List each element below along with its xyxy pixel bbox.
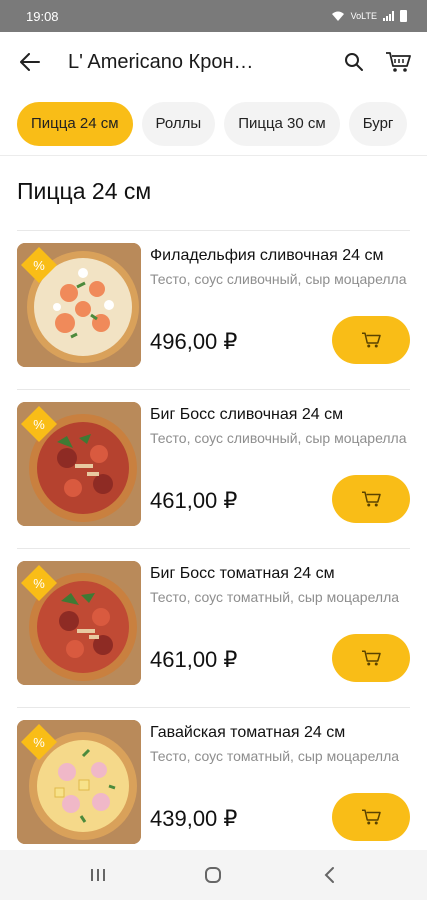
product-image: % — [17, 561, 141, 685]
tab-pizza-30[interactable]: Пицца 30 см — [224, 101, 340, 146]
product-name: Биг Босс томатная 24 см — [150, 565, 335, 582]
category-tabs: Пицца 24 см Роллы Пицца 30 см Бург — [0, 92, 427, 156]
add-to-cart-button[interactable] — [332, 475, 410, 523]
product-card[interactable]: % Биг Босс сливочная 24 см Тесто, соус с… — [17, 389, 410, 548]
product-name: Биг Босс сливочная 24 см — [150, 406, 344, 423]
product-info: Гавайская томатная 24 см Тесто, соус том… — [150, 720, 410, 866]
home-button[interactable] — [183, 855, 243, 895]
recents-icon — [90, 869, 105, 881]
product-image: % — [17, 243, 141, 367]
add-to-cart-button[interactable] — [332, 634, 410, 682]
product-image: % — [17, 402, 141, 526]
page-title: L' Americano Крон… — [68, 50, 254, 73]
add-to-cart-button[interactable] — [332, 316, 410, 364]
product-description: Тесто, соус томатный, сыр моцарелла — [150, 748, 400, 764]
signal-icon — [383, 11, 394, 21]
wifi-icon — [331, 11, 344, 21]
tab-rolls[interactable]: Роллы — [141, 101, 216, 146]
product-price: 461,00 ₽ — [150, 488, 238, 513]
status-time: 19:08 — [26, 8, 59, 24]
product-info: Биг Босс сливочная 24 см Тесто, соус сли… — [150, 402, 410, 548]
section-title: Пицца 24 см — [17, 178, 152, 204]
product-price: 461,00 ₽ — [150, 647, 238, 672]
back-button[interactable] — [14, 46, 46, 78]
product-price: 439,00 ₽ — [150, 806, 238, 831]
search-button[interactable] — [337, 45, 371, 79]
status-icons: VoLTE — [331, 10, 407, 22]
product-info: Филадельфия сливочная 24 см Тесто, соус … — [150, 243, 410, 389]
product-price: 496,00 ₽ — [150, 329, 238, 354]
status-bar: 19:08 VoLTE — [0, 0, 427, 32]
discount-badge-icon: % — [21, 724, 57, 760]
add-to-cart-button[interactable] — [332, 793, 410, 841]
product-info: Биг Босс томатная 24 см Тесто, соус тома… — [150, 561, 410, 707]
network-label: VoLTE — [350, 11, 377, 21]
cart-icon — [362, 332, 381, 348]
product-description: Тесто, соус томатный, сыр моцарелла — [150, 589, 400, 605]
cart-icon — [362, 650, 381, 666]
svg-text:%: % — [33, 576, 45, 591]
product-description: Тесто, соус сливочный, сыр моцарелла — [150, 430, 407, 446]
cart-icon — [386, 52, 411, 72]
home-icon — [205, 867, 222, 883]
cart-icon — [362, 491, 381, 507]
product-name: Филадельфия сливочная 24 см — [150, 247, 384, 264]
tab-burgers[interactable]: Бург — [348, 101, 408, 146]
discount-badge-icon: % — [21, 406, 57, 442]
arrow-left-icon — [20, 53, 40, 71]
discount-badge-icon: % — [21, 565, 57, 601]
battery-icon — [400, 10, 407, 22]
back-chevron-icon — [324, 867, 335, 883]
product-description: Тесто, соус сливочный, сыр моцарелла — [150, 271, 407, 287]
cart-button[interactable] — [381, 45, 415, 79]
search-icon — [345, 53, 363, 71]
product-name: Гавайская томатная 24 см — [150, 724, 346, 741]
recents-button[interactable] — [68, 855, 128, 895]
product-card[interactable]: % Биг Босс томатная 24 см Тесто, соус то… — [17, 548, 410, 707]
product-list: % Филадельфия сливочная 24 см Тесто, соу… — [0, 230, 427, 866]
product-image: % — [17, 720, 141, 844]
tab-pizza-24[interactable]: Пицца 24 см — [17, 101, 133, 146]
svg-text:%: % — [33, 417, 45, 432]
discount-badge-icon: % — [21, 247, 57, 283]
product-card[interactable]: % Гавайская томатная 24 см Тесто, соус т… — [17, 707, 410, 866]
product-card[interactable]: % Филадельфия сливочная 24 см Тесто, соу… — [17, 230, 410, 389]
app-bar: L' Americano Крон… — [0, 32, 427, 92]
cart-icon — [362, 809, 381, 825]
svg-text:%: % — [33, 258, 45, 273]
svg-text:%: % — [33, 735, 45, 750]
nav-back-button[interactable] — [299, 855, 359, 895]
system-nav-bar — [0, 850, 427, 900]
